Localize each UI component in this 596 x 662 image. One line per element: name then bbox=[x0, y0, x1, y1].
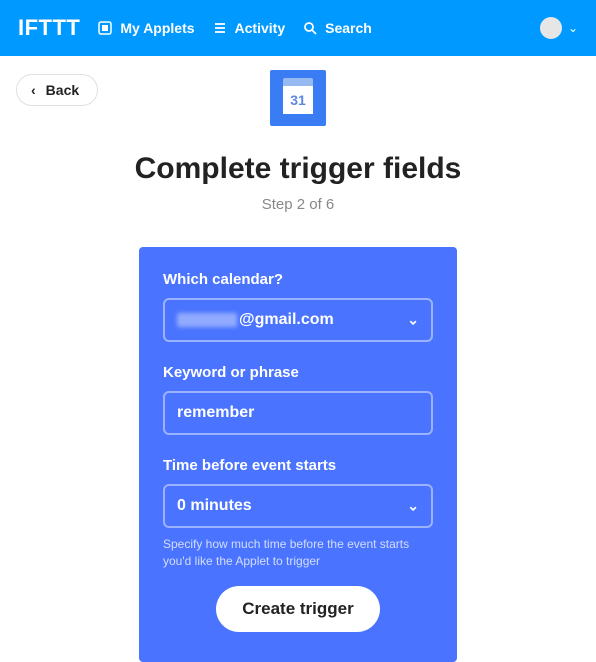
calendar-select-value: @gmail.com bbox=[239, 311, 334, 329]
user-menu[interactable]: ⌄ bbox=[540, 17, 578, 39]
redacted-username bbox=[177, 313, 237, 327]
main-content: 31 Complete trigger fields Step 2 of 6 W… bbox=[0, 70, 596, 662]
list-icon bbox=[213, 21, 227, 35]
calendar-day-number: 31 bbox=[283, 92, 313, 108]
field-which-calendar: Which calendar? @gmail.com ⌄ bbox=[163, 271, 433, 342]
service-tile-calendar: 31 bbox=[270, 70, 326, 126]
chevron-down-icon: ⌄ bbox=[568, 21, 578, 35]
keyword-input[interactable] bbox=[177, 404, 419, 422]
back-label: Back bbox=[46, 82, 79, 98]
keyword-input-wrap[interactable] bbox=[163, 391, 433, 435]
nav-search[interactable]: Search bbox=[303, 20, 372, 36]
applet-icon bbox=[98, 21, 112, 35]
time-before-select[interactable]: 0 minutes ⌄ bbox=[163, 484, 433, 528]
nav-activity[interactable]: Activity bbox=[213, 20, 286, 36]
create-trigger-button[interactable]: Create trigger bbox=[216, 586, 380, 632]
chevron-left-icon: ‹ bbox=[31, 82, 36, 98]
topbar: IFTTT My Applets Activity Search ⌄ bbox=[0, 0, 596, 56]
nav-label: My Applets bbox=[120, 20, 194, 36]
calendar-icon: 31 bbox=[283, 82, 313, 114]
time-before-select-value: 0 minutes bbox=[177, 497, 252, 515]
nav-my-applets[interactable]: My Applets bbox=[98, 20, 194, 36]
step-indicator: Step 2 of 6 bbox=[262, 196, 335, 213]
help-text: Specify how much time before the event s… bbox=[163, 536, 433, 570]
chevron-down-icon: ⌄ bbox=[407, 498, 419, 515]
search-icon bbox=[303, 21, 317, 35]
field-time-before: Time before event starts 0 minutes ⌄ Spe… bbox=[163, 457, 433, 570]
avatar bbox=[540, 17, 562, 39]
field-label: Keyword or phrase bbox=[163, 364, 433, 381]
nav-label: Activity bbox=[235, 20, 286, 36]
trigger-form-card: Which calendar? @gmail.com ⌄ Keyword or … bbox=[139, 247, 457, 662]
field-keyword: Keyword or phrase bbox=[163, 364, 433, 435]
nav-label: Search bbox=[325, 20, 372, 36]
logo[interactable]: IFTTT bbox=[18, 15, 80, 41]
back-button[interactable]: ‹ Back bbox=[16, 74, 98, 106]
calendar-select[interactable]: @gmail.com ⌄ bbox=[163, 298, 433, 342]
field-label: Which calendar? bbox=[163, 271, 433, 288]
page-title: Complete trigger fields bbox=[135, 152, 462, 186]
chevron-down-icon: ⌄ bbox=[407, 312, 419, 329]
field-label: Time before event starts bbox=[163, 457, 433, 474]
